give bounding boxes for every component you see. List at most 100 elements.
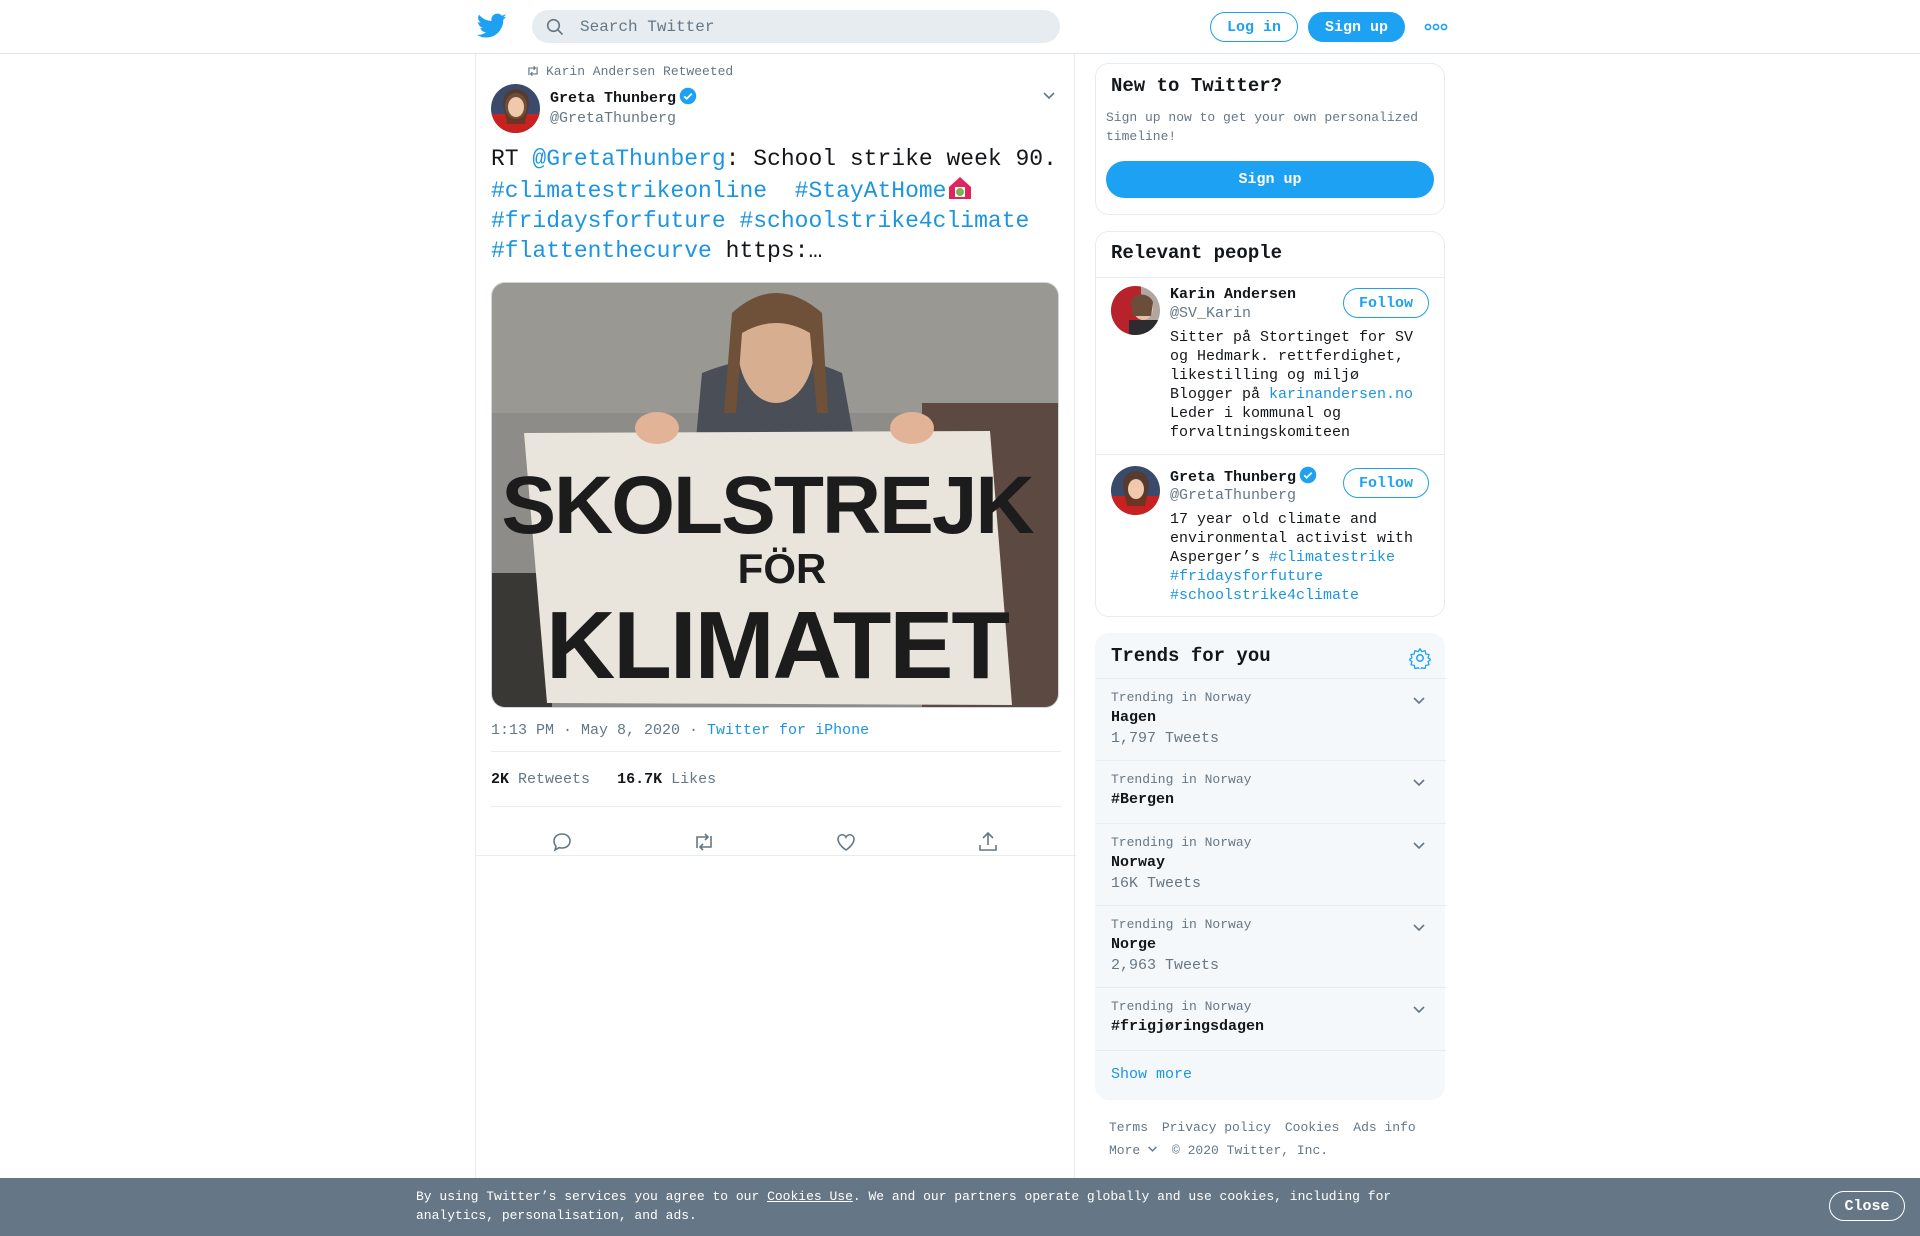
new-to-twitter-card: New to Twitter? Sign up now to get your … bbox=[1095, 63, 1445, 215]
login-button[interactable]: Log in bbox=[1210, 12, 1298, 42]
tweet-photo[interactable]: SKOLSTREJK FÖR KLIMATET bbox=[491, 282, 1059, 708]
footer-more-label: More bbox=[1109, 1143, 1141, 1158]
hashtag-link[interactable]: #fridaysforfuture bbox=[491, 208, 726, 234]
relevant-people-card: Relevant people Karin Andersen @SV_Karin… bbox=[1095, 231, 1445, 617]
cookie-text: By using Twitter’s services you agree to… bbox=[416, 1187, 1426, 1225]
divider bbox=[1096, 277, 1444, 278]
hashtag-link[interactable]: #climatestrikeonline bbox=[491, 178, 767, 204]
tweet-text-rt: RT bbox=[491, 146, 533, 172]
hashtag-link[interactable]: #schoolstrike4climate bbox=[739, 208, 1029, 234]
trend-name: Hagen bbox=[1111, 709, 1157, 726]
share-icon[interactable] bbox=[976, 830, 1000, 854]
sign-line-3: KLIMATET bbox=[546, 592, 1009, 699]
follow-button[interactable]: Follow bbox=[1343, 288, 1429, 318]
house-emoji-icon bbox=[949, 177, 972, 199]
signup-button-large[interactable]: Sign up bbox=[1106, 161, 1434, 198]
search-input[interactable] bbox=[580, 10, 1040, 43]
bio-link[interactable]: karinandersen.no bbox=[1269, 386, 1413, 403]
footer-cookies-link[interactable]: Cookies bbox=[1285, 1120, 1340, 1135]
tweet-author: Greta Thunberg @GretaThunberg bbox=[550, 87, 697, 127]
chevron-down-icon[interactable] bbox=[1412, 693, 1426, 707]
hashtag-link[interactable]: #StayAtHome bbox=[795, 178, 947, 204]
retweets-stat[interactable]: 2K Retweets bbox=[491, 771, 590, 788]
chevron-down-icon[interactable] bbox=[1412, 775, 1426, 789]
relevant-people-title: Relevant people bbox=[1111, 242, 1283, 264]
trend-count: 1,797 Tweets bbox=[1111, 730, 1220, 747]
trend-item[interactable]: Trending in Norway Norway 16K Tweets bbox=[1096, 823, 1446, 905]
mention-link[interactable]: @GretaThunberg bbox=[532, 146, 725, 172]
bio-hashtag-link[interactable]: #fridaysforfuture bbox=[1170, 568, 1323, 585]
person-handle: @SV_Karin bbox=[1170, 305, 1252, 322]
person-item[interactable]: Greta Thunberg @GretaThunberg Follow 17 … bbox=[1096, 466, 1444, 616]
author-handle: @GretaThunberg bbox=[550, 110, 677, 127]
tweet-timestamp[interactable]: 1:13 PM · May 8, 2020 bbox=[491, 722, 680, 739]
divider bbox=[1096, 454, 1444, 455]
divider bbox=[491, 751, 1061, 752]
footer-ads-link[interactable]: Ads info bbox=[1353, 1120, 1415, 1135]
footer-privacy-link[interactable]: Privacy policy bbox=[1162, 1120, 1271, 1135]
person-name: Greta Thunberg bbox=[1170, 469, 1297, 486]
footer-terms-link[interactable]: Terms bbox=[1109, 1120, 1148, 1135]
like-icon[interactable] bbox=[834, 830, 858, 854]
trend-item[interactable]: Trending in Norway #frigjøringsdagen bbox=[1096, 987, 1446, 1050]
bio-hashtag-link[interactable]: #schoolstrike4climate bbox=[1170, 587, 1359, 604]
follow-button[interactable]: Follow bbox=[1343, 468, 1429, 498]
footer-more-menu[interactable]: More bbox=[1109, 1143, 1158, 1158]
show-more-link[interactable]: Show more bbox=[1111, 1066, 1192, 1083]
author-name-link[interactable]: Greta Thunberg bbox=[550, 87, 697, 107]
retweet-icon[interactable] bbox=[692, 830, 716, 854]
person-name[interactable]: Karin Andersen bbox=[1170, 286, 1296, 303]
trend-context: Trending in Norway bbox=[1111, 772, 1252, 787]
retweeted-by-label: Karin Andersen Retweeted bbox=[546, 64, 734, 79]
retweet-context[interactable]: Karin Andersen Retweeted bbox=[526, 64, 733, 79]
trend-name: #frigjøringsdagen bbox=[1111, 1018, 1265, 1035]
bio-hashtag-link[interactable]: #climatestrike bbox=[1269, 549, 1395, 566]
cookie-text-1: By using Twitter’s services you agree to… bbox=[416, 1189, 768, 1204]
tweet-link-text[interactable]: https:… bbox=[712, 238, 823, 264]
more-dots-icon[interactable] bbox=[1424, 20, 1448, 34]
footer-copyright: © 2020 Twitter, Inc. bbox=[1172, 1143, 1329, 1158]
retweets-count: 2K bbox=[491, 771, 510, 788]
trend-item[interactable]: Trending in Norway Norge 2,963 Tweets bbox=[1096, 905, 1446, 987]
divider bbox=[491, 806, 1061, 807]
gear-icon[interactable] bbox=[1409, 647, 1431, 669]
trend-context: Trending in Norway bbox=[1111, 999, 1252, 1014]
trend-item[interactable]: Trending in Norway #Bergen bbox=[1096, 760, 1446, 823]
footer: Terms Privacy policy Cookies Ads info Mo… bbox=[1109, 1116, 1439, 1162]
new-to-twitter-description: Sign up now to get your own personalized… bbox=[1106, 110, 1419, 144]
likes-count: 16.7K bbox=[617, 771, 663, 788]
trend-item[interactable]: Trending in Norway Hagen 1,797 Tweets bbox=[1096, 678, 1446, 760]
tweet-text-body: : School strike week 90. bbox=[725, 146, 1057, 172]
person-avatar[interactable] bbox=[1111, 466, 1160, 515]
cookies-use-link[interactable]: Cookies Use bbox=[767, 1189, 853, 1204]
retweets-label: Retweets bbox=[518, 771, 591, 788]
tweet-actions bbox=[476, 816, 1076, 868]
tweet-stats: 2K Retweets 16.7K Likes bbox=[491, 771, 716, 788]
person-avatar[interactable] bbox=[1111, 286, 1160, 335]
trend-count: 16K Tweets bbox=[1111, 875, 1202, 892]
trends-title: Trends for you bbox=[1111, 645, 1271, 667]
tweet-meta: 1:13 PM · May 8, 2020 · Twitter for iPho… bbox=[491, 722, 870, 739]
chevron-down-icon[interactable] bbox=[1042, 88, 1056, 102]
person-name-link[interactable]: Greta Thunberg bbox=[1170, 466, 1317, 486]
person-handle: @GretaThunberg bbox=[1170, 487, 1297, 504]
close-cookie-button[interactable]: Close bbox=[1829, 1191, 1905, 1221]
tweet-source-link[interactable]: Twitter for iPhone bbox=[707, 722, 869, 739]
signup-button[interactable]: Sign up bbox=[1308, 12, 1405, 42]
author-avatar[interactable] bbox=[491, 84, 540, 133]
chevron-down-icon[interactable] bbox=[1412, 920, 1426, 934]
twitter-bird-icon[interactable] bbox=[477, 13, 507, 39]
sign-line-1: SKOLSTREJK bbox=[501, 460, 1034, 551]
person-item[interactable]: Karin Andersen @SV_Karin Follow Sitter p… bbox=[1096, 286, 1444, 456]
hashtag-link[interactable]: #flattenthecurve bbox=[491, 238, 712, 264]
trend-count: 2,963 Tweets bbox=[1111, 957, 1220, 974]
chevron-down-icon[interactable] bbox=[1412, 838, 1426, 852]
tweet-column: Karin Andersen Retweeted Greta Thunberg … bbox=[475, 54, 1076, 1236]
search-box[interactable] bbox=[532, 10, 1060, 43]
likes-stat[interactable]: 16.7K Likes bbox=[617, 771, 716, 788]
reply-icon[interactable] bbox=[550, 830, 574, 854]
chevron-down-icon[interactable] bbox=[1412, 1002, 1426, 1016]
cookie-banner: By using Twitter’s services you agree to… bbox=[0, 1178, 1920, 1236]
verified-icon bbox=[679, 87, 697, 105]
trend-context: Trending in Norway bbox=[1111, 917, 1252, 932]
